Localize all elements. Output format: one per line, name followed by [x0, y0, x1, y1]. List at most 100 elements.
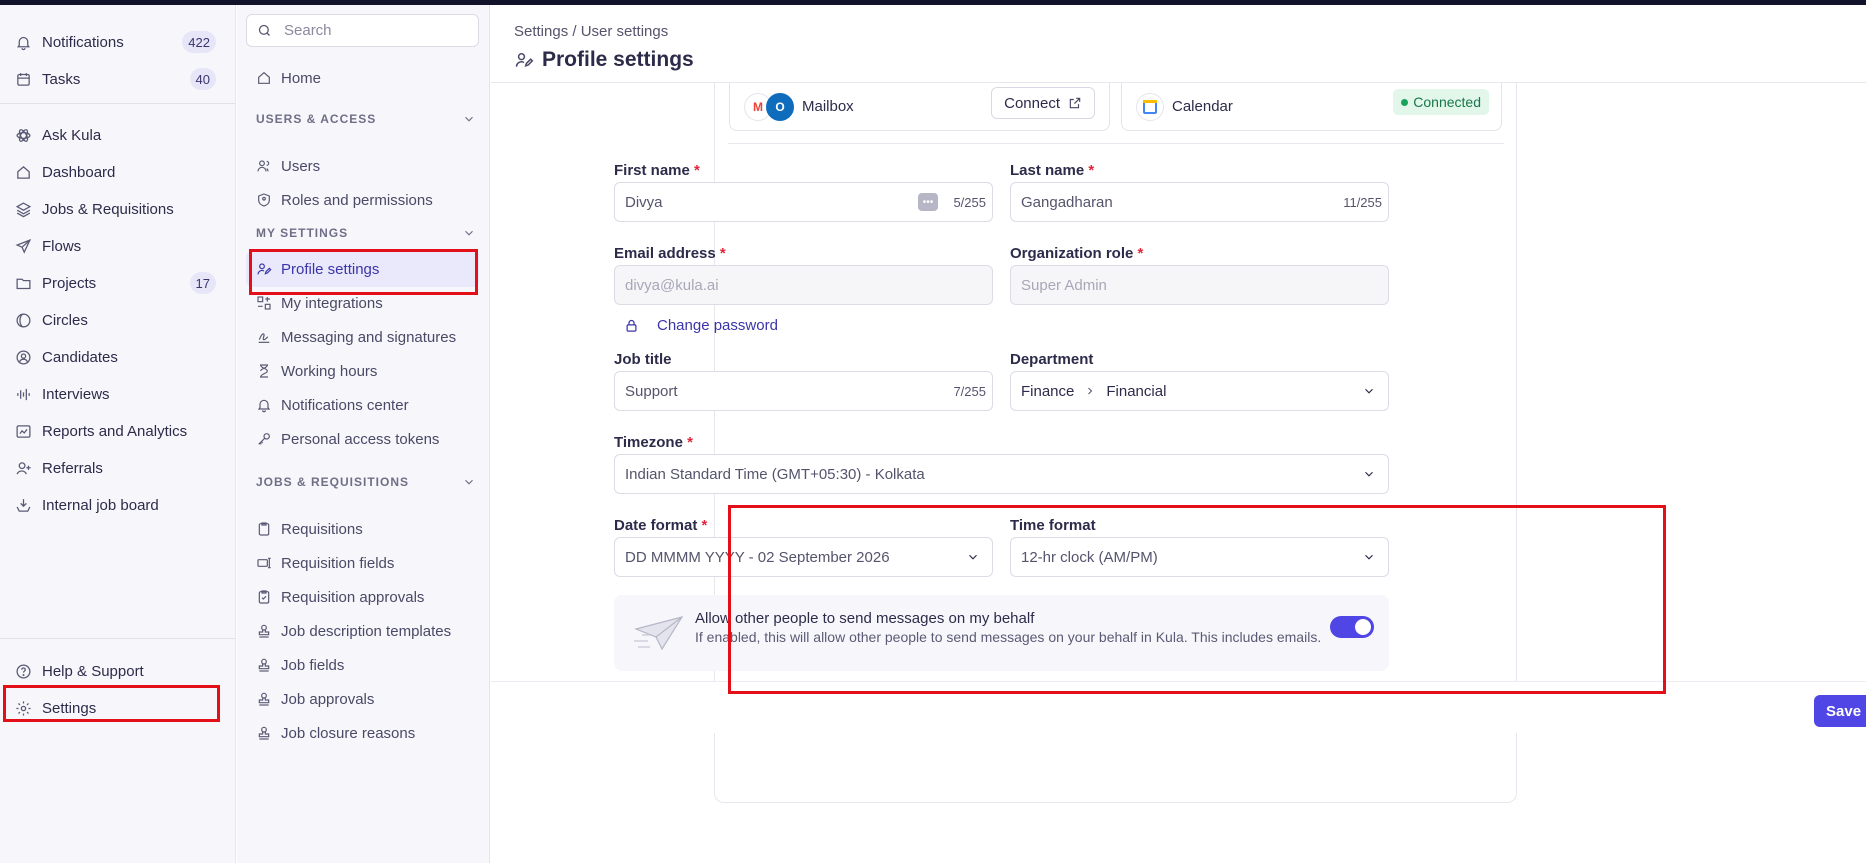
settings-item-label: My integrations: [281, 294, 383, 312]
home-icon: [256, 70, 273, 87]
layers-icon: [14, 200, 32, 218]
settings-item-roles-permissions[interactable]: Roles and permissions: [246, 182, 479, 218]
nav-dashboard[interactable]: Dashboard: [0, 152, 236, 192]
settings-search[interactable]: [246, 14, 479, 47]
chart-icon: [14, 422, 32, 440]
settings-item-label: Job fields: [281, 656, 345, 674]
department-child: Financial: [1106, 382, 1167, 400]
nav-reports-analytics[interactable]: Reports and Analytics: [0, 411, 236, 451]
nav-ask-kula[interactable]: Ask Kula: [0, 115, 236, 155]
time-format-select[interactable]: 12-hr clock (AM/PM): [1010, 537, 1389, 577]
job-title-label: Job title: [614, 351, 672, 368]
mailbox-connect-button[interactable]: Connect: [991, 87, 1095, 119]
key-icon: [256, 431, 273, 448]
nav-projects[interactable]: Projects 17: [0, 263, 236, 303]
settings-item-label: Requisition approvals: [281, 588, 425, 606]
department-label: Department: [1010, 351, 1094, 368]
nav-referrals[interactable]: Referrals: [0, 448, 236, 488]
mailbox-name: Mailbox: [802, 98, 854, 115]
search-input[interactable]: [284, 22, 464, 39]
settings-item-working-hours[interactable]: Working hours: [246, 353, 479, 389]
integrations-icon: [256, 295, 273, 312]
nav-divider: [0, 103, 236, 104]
nav-label: Tasks: [42, 70, 81, 88]
nav-notifications[interactable]: Notifications 422: [0, 22, 236, 62]
settings-item-messaging-signatures[interactable]: Messaging and signatures: [246, 319, 479, 355]
send-on-behalf-toggle[interactable]: [1330, 616, 1374, 638]
lock-icon: [626, 319, 637, 332]
nav-candidates[interactable]: Candidates: [0, 337, 236, 377]
first-name-char-count: 5/255: [953, 194, 986, 210]
footer-bar: [491, 681, 1866, 733]
settings-item-users[interactable]: Users: [246, 148, 479, 184]
settings-item-job-description-templates[interactable]: Job description templates: [246, 613, 479, 649]
chevron-down-icon: [969, 554, 977, 560]
projects-count-badge: 17: [189, 272, 216, 294]
nav-label: Reports and Analytics: [42, 422, 188, 440]
job-title-input[interactable]: Support 7/255: [614, 371, 993, 411]
settings-item-job-fields[interactable]: Job fields: [246, 647, 479, 683]
department-select[interactable]: Finance Financial: [1010, 371, 1389, 411]
external-link-icon: [1069, 97, 1081, 109]
section-my-settings[interactable]: MY SETTINGS: [256, 221, 476, 245]
clipboard-icon: [256, 521, 273, 538]
settings-item-requisitions[interactable]: Requisitions: [246, 511, 479, 547]
settings-item-job-approvals[interactable]: Job approvals: [246, 681, 479, 717]
nav-internal-job-board[interactable]: Internal job board: [0, 485, 236, 525]
audio-wave-icon: [14, 385, 32, 403]
stamp-icon: [256, 623, 273, 640]
last-name-value: Gangadharan: [1021, 193, 1113, 211]
nav-label: Help & Support: [42, 662, 144, 680]
settings-item-job-closure-reasons[interactable]: Job closure reasons: [246, 715, 479, 751]
settings-item-label: Roles and permissions: [281, 191, 433, 209]
nav-label: Circles: [42, 311, 88, 329]
chevron-down-icon: [1365, 554, 1373, 560]
primary-sidebar: Notifications 422 Tasks 40 Ask Kula Dash…: [0, 5, 236, 863]
settings-item-label: Job closure reasons: [281, 724, 416, 742]
stamp-icon: [256, 657, 273, 674]
settings-item-home[interactable]: Home: [246, 60, 479, 96]
settings-item-requisition-approvals[interactable]: Requisition approvals: [246, 579, 479, 615]
mailbox-integration: M O Mailbox Connect: [729, 83, 1110, 131]
section-users-access[interactable]: USERS & ACCESS: [256, 107, 476, 131]
send-icon: [14, 237, 32, 255]
nav-settings[interactable]: Settings: [0, 688, 236, 728]
nav-label: Jobs & Requisitions: [42, 200, 174, 218]
settings-item-notifications-center[interactable]: Notifications center: [246, 387, 479, 423]
nav-tasks[interactable]: Tasks 40: [0, 59, 236, 99]
save-button[interactable]: Save: [1814, 695, 1866, 727]
chevron-right-icon: [1088, 387, 1093, 395]
settings-item-profile-settings[interactable]: Profile settings: [246, 251, 479, 287]
change-password-link[interactable]: Change password: [624, 317, 778, 334]
first-name-input[interactable]: Divya ••• 5/255: [614, 182, 993, 222]
outlook-icon: O: [766, 92, 794, 121]
nav-circles[interactable]: Circles: [0, 300, 236, 340]
help-circle-icon: [14, 662, 32, 680]
change-password-text: Change password: [657, 317, 778, 334]
settings-item-my-integrations[interactable]: My integrations: [246, 285, 479, 321]
gear-icon: [14, 699, 32, 717]
settings-item-requisition-fields[interactable]: Requisition fields: [246, 545, 479, 581]
date-format-select[interactable]: DD MMMM YYYY - 02 September 2026: [614, 537, 993, 577]
section-heading: USERS & ACCESS: [256, 112, 377, 126]
settings-item-label: Notifications center: [281, 396, 409, 414]
google-calendar-icon: [1136, 92, 1164, 121]
settings-sidebar: Home USERS & ACCESS Users Roles and perm…: [237, 5, 490, 863]
section-jobs-requisitions[interactable]: JOBS & REQUISITIONS: [256, 470, 476, 494]
settings-item-label: Users: [281, 157, 321, 175]
timezone-select[interactable]: Indian Standard Time (GMT+05:30) - Kolka…: [614, 454, 1389, 494]
last-name-input[interactable]: Gangadharan 11/255: [1010, 182, 1389, 222]
time-format-label: Time format: [1010, 517, 1096, 534]
nav-interviews[interactable]: Interviews: [0, 374, 236, 414]
nav-help-support[interactable]: Help & Support: [0, 651, 236, 691]
nav-label: Projects: [42, 274, 97, 292]
settings-item-personal-access-tokens[interactable]: Personal access tokens: [246, 421, 479, 457]
search-icon: [258, 24, 270, 36]
time-format-value: 12-hr clock (AM/PM): [1021, 548, 1158, 566]
nav-label: Ask Kula: [42, 126, 102, 144]
nav-flows[interactable]: Flows: [0, 226, 236, 266]
nav-jobs-requisitions[interactable]: Jobs & Requisitions: [0, 189, 236, 229]
org-role-field: Super Admin: [1010, 265, 1389, 305]
hourglass-icon: [256, 363, 273, 380]
more-dots-icon[interactable]: •••: [918, 193, 938, 211]
